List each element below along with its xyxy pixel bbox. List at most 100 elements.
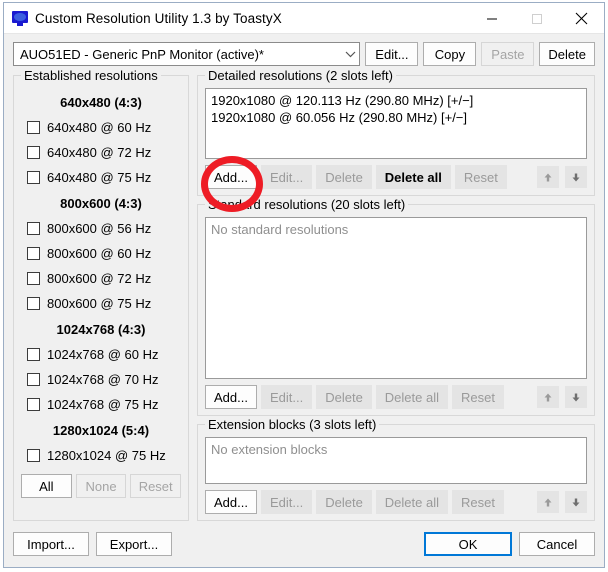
res-group-heading: 640x480 (4:3) — [60, 95, 142, 110]
detailed-resolutions-group: Detailed resolutions (2 slots left) 1920… — [197, 68, 595, 196]
detailed-edit-button: Edit... — [260, 165, 313, 189]
arrow-up-icon — [537, 491, 559, 513]
detailed-resolutions-legend: Detailed resolutions (2 slots left) — [205, 68, 396, 83]
main-content: Established resolutions 640x480 (4:3) 64… — [13, 68, 595, 521]
checkbox-row[interactable]: 1024x768 @ 60 Hz — [19, 342, 183, 367]
checkbox-icon[interactable] — [27, 222, 40, 235]
checkbox-icon[interactable] — [27, 348, 40, 361]
checkbox-label: 800x600 @ 72 Hz — [47, 271, 152, 286]
extension-edit-button: Edit... — [260, 490, 313, 514]
checkbox-row[interactable]: 800x600 @ 56 Hz — [19, 216, 183, 241]
res-group: 800x600 (4:3) 800x600 @ 56 Hz 800x600 @ … — [19, 190, 183, 316]
arrow-up-icon — [537, 386, 559, 408]
checkbox-label: 800x600 @ 56 Hz — [47, 221, 152, 236]
detailed-reset-button: Reset — [454, 165, 507, 189]
monitor-selection-row: AUO51ED - Generic PnP Monitor (active)* … — [13, 39, 595, 69]
checkbox-row[interactable]: 640x480 @ 75 Hz — [19, 165, 183, 190]
select-all-button[interactable]: All — [21, 474, 72, 498]
monitor-select-value: AUO51ED - Generic PnP Monitor (active)* — [20, 46, 264, 62]
paste-edid-button: Paste — [481, 42, 535, 66]
res-group-heading: 1024x768 (4:3) — [56, 322, 146, 337]
extension-buttons-row: Add... Edit... Delete Delete all Reset — [205, 490, 587, 514]
extension-blocks-legend: Extension blocks (3 slots left) — [205, 417, 380, 432]
standard-resolutions-list[interactable]: No standard resolutions — [205, 217, 587, 379]
extension-add-button[interactable]: Add... — [205, 490, 257, 514]
detailed-resolutions-list[interactable]: 1920x1080 @ 120.113 Hz (290.80 MHz) [+/−… — [205, 88, 587, 159]
extension-blocks-group: Extension blocks (3 slots left) No exten… — [197, 417, 595, 521]
established-resolutions-column: Established resolutions 640x480 (4:3) 64… — [13, 68, 189, 521]
extension-blocks-list[interactable]: No extension blocks — [205, 437, 587, 484]
window-title: Custom Resolution Utility 1.3 by ToastyX — [35, 10, 282, 26]
monitor-select[interactable]: AUO51ED - Generic PnP Monitor (active)* — [13, 42, 361, 66]
standard-buttons-row: Add... Edit... Delete Delete all Reset — [205, 385, 587, 409]
window-controls — [469, 3, 604, 34]
monitor-icon — [12, 10, 28, 26]
close-icon[interactable] — [559, 3, 604, 34]
arrow-down-icon — [565, 166, 587, 188]
extension-delete-button: Delete — [316, 490, 372, 514]
checkbox-icon[interactable] — [27, 373, 40, 386]
checkbox-icon[interactable] — [27, 398, 40, 411]
checkbox-icon[interactable] — [27, 247, 40, 260]
extension-delete-all-button: Delete all — [375, 490, 448, 514]
checkbox-icon[interactable] — [27, 297, 40, 310]
checkbox-label: 800x600 @ 60 Hz — [47, 246, 152, 261]
copy-edid-button[interactable]: Copy — [423, 42, 477, 66]
maximize-icon[interactable] — [514, 3, 559, 34]
detailed-add-button[interactable]: Add... — [205, 165, 257, 189]
checkbox-label: 640x480 @ 60 Hz — [47, 120, 152, 135]
checkbox-icon[interactable] — [27, 171, 40, 184]
checkbox-row[interactable]: 1024x768 @ 75 Hz — [19, 392, 183, 417]
title-bar: Custom Resolution Utility 1.3 by ToastyX — [4, 3, 604, 34]
ok-button[interactable]: OK — [424, 532, 512, 556]
established-buttons-row: All None Reset — [21, 474, 182, 498]
checkbox-row[interactable]: 1280x1024 @ 75 Hz — [19, 443, 183, 468]
checkbox-row[interactable]: 800x600 @ 60 Hz — [19, 241, 183, 266]
extension-reset-button: Reset — [452, 490, 504, 514]
arrow-down-icon — [565, 386, 587, 408]
checkbox-icon[interactable] — [27, 272, 40, 285]
res-group: 640x480 (4:3) 640x480 @ 60 Hz 640x480 @ … — [19, 89, 183, 190]
checkbox-icon[interactable] — [27, 121, 40, 134]
res-group: 1280x1024 (5:4) 1280x1024 @ 75 Hz — [19, 417, 183, 468]
standard-resolutions-legend: Standard resolutions (20 slots left) — [205, 197, 409, 212]
standard-reset-button: Reset — [452, 385, 504, 409]
list-item[interactable]: 1920x1080 @ 60.056 Hz (290.80 MHz) [+/−] — [211, 109, 581, 126]
established-resolutions-legend: Established resolutions — [21, 68, 161, 83]
checkbox-icon[interactable] — [27, 449, 40, 462]
empty-placeholder: No extension blocks — [211, 442, 328, 457]
detailed-delete-all-button[interactable]: Delete all — [375, 165, 451, 189]
export-button[interactable]: Export... — [96, 532, 172, 556]
checkbox-label: 1024x768 @ 70 Hz — [47, 372, 159, 387]
arrow-up-icon — [537, 166, 559, 188]
checkbox-row[interactable]: 1024x768 @ 70 Hz — [19, 367, 183, 392]
res-group-heading: 800x600 (4:3) — [60, 196, 142, 211]
app-window: Custom Resolution Utility 1.3 by ToastyX… — [3, 2, 605, 568]
empty-placeholder: No standard resolutions — [211, 222, 349, 237]
detailed-delete-button: Delete — [316, 165, 372, 189]
detailed-buttons-row: Add... Edit... Delete Delete all Reset — [205, 165, 587, 189]
list-item[interactable]: 1920x1080 @ 120.113 Hz (290.80 MHz) [+/−… — [211, 92, 581, 109]
standard-delete-all-button: Delete all — [375, 385, 448, 409]
resolutions-column: Detailed resolutions (2 slots left) 1920… — [197, 68, 595, 521]
minimize-icon[interactable] — [469, 3, 514, 34]
edit-edid-button[interactable]: Edit... — [365, 42, 419, 66]
established-resolutions-group: Established resolutions 640x480 (4:3) 64… — [13, 68, 189, 521]
checkbox-row[interactable]: 800x600 @ 72 Hz — [19, 266, 183, 291]
checkbox-row[interactable]: 800x600 @ 75 Hz — [19, 291, 183, 316]
checkbox-row[interactable]: 640x480 @ 72 Hz — [19, 140, 183, 165]
checkbox-icon[interactable] — [27, 146, 40, 159]
checkbox-row[interactable]: 640x480 @ 60 Hz — [19, 115, 183, 140]
checkbox-label: 640x480 @ 75 Hz — [47, 170, 152, 185]
checkbox-label: 1280x1024 @ 75 Hz — [47, 448, 166, 463]
delete-edid-button[interactable]: Delete — [539, 42, 595, 66]
standard-resolutions-group: Standard resolutions (20 slots left) No … — [197, 197, 595, 416]
res-group: 1024x768 (4:3) 1024x768 @ 60 Hz 1024x768… — [19, 316, 183, 417]
standard-add-button[interactable]: Add... — [205, 385, 257, 409]
checkbox-label: 640x480 @ 72 Hz — [47, 145, 152, 160]
cancel-button[interactable]: Cancel — [519, 532, 595, 556]
arrow-down-icon — [565, 491, 587, 513]
established-reset-button: Reset — [130, 474, 182, 498]
standard-delete-button: Delete — [316, 385, 372, 409]
import-button[interactable]: Import... — [13, 532, 89, 556]
